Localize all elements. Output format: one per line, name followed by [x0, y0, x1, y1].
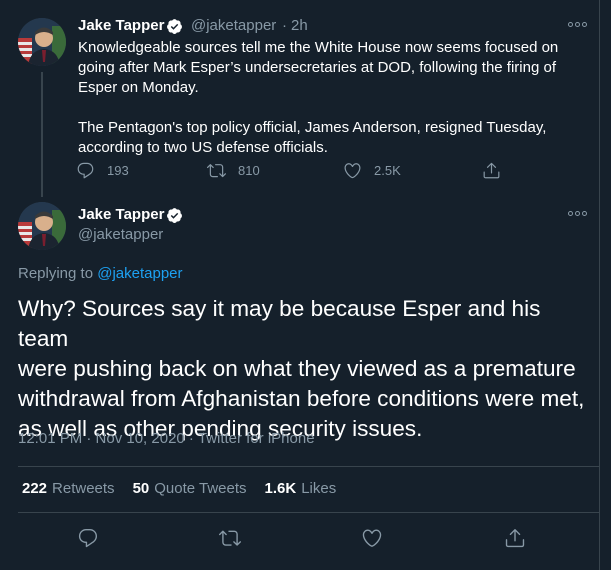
- tweet-text-line: The Pentagon's top policy official, Jame…: [78, 119, 547, 136]
- retweet-icon: [219, 530, 241, 546]
- author-handle[interactable]: @jaketapper: [191, 17, 276, 34]
- verified-badge-icon: [167, 208, 182, 223]
- divider: [18, 466, 600, 467]
- avatar[interactable]: [18, 18, 66, 66]
- author-name[interactable]: Jake Tapper: [78, 206, 164, 223]
- reply-button[interactable]: 193: [76, 161, 129, 180]
- share-button[interactable]: [504, 527, 526, 549]
- tweet-thread: Jake Tapper @jaketapper · 2h Knowledgeab…: [0, 0, 600, 570]
- replying-to: Replying to @jaketapper: [18, 265, 183, 282]
- thread-connector: [41, 72, 43, 197]
- retweets-label: Retweets: [52, 480, 115, 497]
- tweet-text-line: withdrawal from Afghanistan before condi…: [18, 386, 585, 411]
- reply-button[interactable]: [77, 527, 99, 549]
- tweet-text: Knowledgeable sources tell me the White …: [78, 38, 588, 158]
- retweet-button[interactable]: [219, 527, 241, 549]
- retweets-count: 222: [22, 480, 48, 497]
- author-handle[interactable]: @jaketapper: [78, 226, 163, 243]
- likes-label: Likes: [301, 480, 337, 497]
- share-button[interactable]: [482, 161, 513, 180]
- like-icon: [344, 163, 361, 179]
- tweet-text-line: were pushing back on what they viewed as…: [18, 356, 576, 381]
- replying-label: Replying to: [18, 265, 94, 282]
- tweet-meta[interactable]: 12:01 PM · Nov 10, 2020 · Twitter for iP…: [18, 430, 315, 447]
- tweet-text-line: according to two US defense officials.: [78, 139, 328, 156]
- more-options-icon[interactable]: [568, 211, 588, 217]
- like-icon: [362, 529, 382, 547]
- separator: ·: [282, 17, 287, 34]
- tweet-text-line: Why? Sources say it may be because Esper…: [18, 296, 541, 351]
- retweet-button[interactable]: 810: [207, 161, 260, 180]
- reply-count: 193: [107, 163, 129, 178]
- likes-stat[interactable]: 1.6K Likes: [265, 480, 337, 497]
- divider: [18, 512, 600, 513]
- more-options-icon[interactable]: [568, 22, 588, 28]
- tweet-text: Why? Sources say it may be because Esper…: [18, 294, 593, 444]
- tweet-text-line: going after Mark Esper’s undersecretarie…: [78, 59, 557, 76]
- share-icon: [483, 162, 500, 179]
- retweet-count: 810: [238, 163, 260, 178]
- retweet-icon: [207, 164, 226, 178]
- retweets-stat[interactable]: 222 Retweets: [22, 480, 115, 497]
- share-icon: [505, 529, 525, 548]
- replying-handle-link[interactable]: @jaketapper: [97, 265, 182, 282]
- quote-tweets-label: Quote Tweets: [154, 480, 247, 497]
- quote-tweets-count: 50: [132, 480, 150, 497]
- like-count: 2.5K: [374, 163, 401, 178]
- like-button[interactable]: [361, 527, 383, 549]
- author-name[interactable]: Jake Tapper: [78, 17, 164, 34]
- likes-count: 1.6K: [264, 480, 297, 497]
- verified-badge-icon: [167, 19, 182, 34]
- tweet-time[interactable]: 2h: [291, 17, 308, 34]
- engagement-stats: 222 Retweets 50 Quote Tweets 1.6K Likes: [22, 480, 354, 497]
- avatar[interactable]: [18, 202, 66, 250]
- quote-tweets-stat[interactable]: 50 Quote Tweets: [133, 480, 247, 497]
- tweet-text-line: Knowledgeable sources tell me the White …: [78, 39, 559, 56]
- reply-icon: [78, 529, 98, 548]
- tweet-text-line: Esper on Monday.: [78, 79, 199, 96]
- like-button[interactable]: 2.5K: [343, 161, 401, 180]
- reply-icon: [77, 162, 94, 179]
